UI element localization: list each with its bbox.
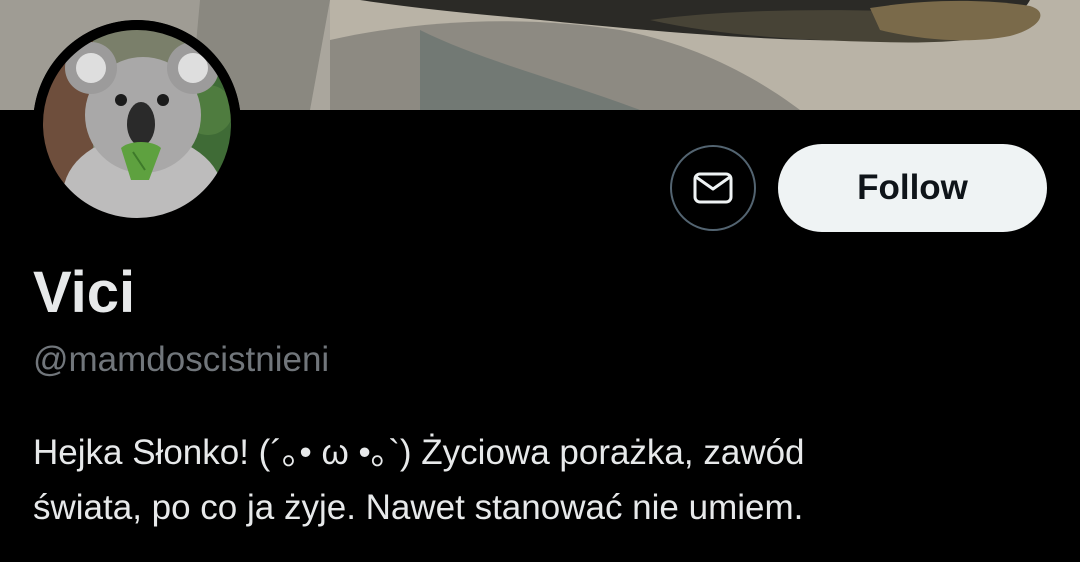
profile-page: Follow Vici @mamdoscistnieni Hejka Słonk… xyxy=(0,0,1080,562)
user-handle: @mamdoscistnieni xyxy=(33,340,330,379)
display-name: Vici xyxy=(33,260,136,325)
avatar[interactable] xyxy=(33,20,241,228)
follow-button[interactable]: Follow xyxy=(778,144,1047,232)
message-button[interactable] xyxy=(670,145,756,231)
profile-bio: Hejka Słonko! (´｡• ω •｡`) Życiowa porażk… xyxy=(33,425,1033,535)
envelope-icon xyxy=(693,172,733,204)
koala-avatar-image xyxy=(33,20,241,228)
follow-button-label: Follow xyxy=(857,168,968,207)
bio-line: świata, po co ja żyje. Nawet stanować ni… xyxy=(33,488,804,527)
bio-line: Hejka Słonko! (´｡• ω •｡`) Życiowa porażk… xyxy=(33,433,805,472)
